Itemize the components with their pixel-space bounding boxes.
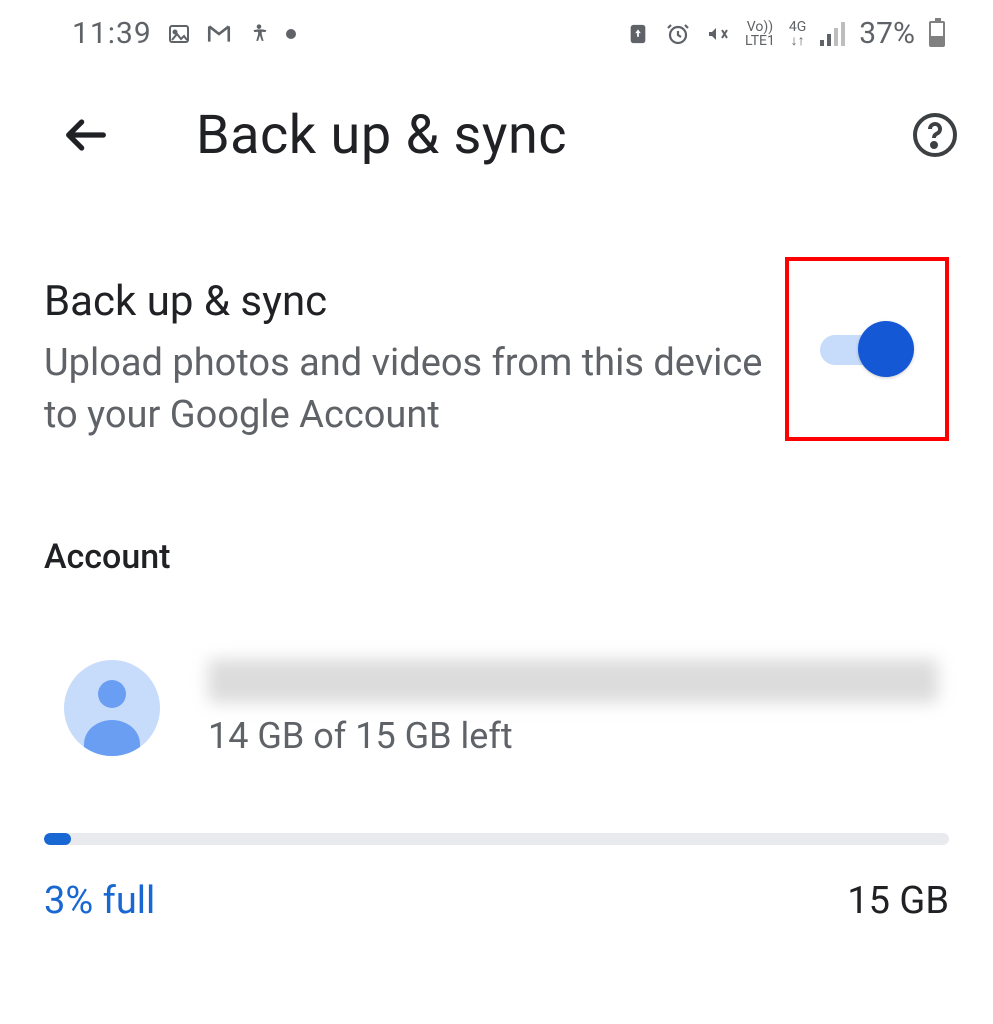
- storage-progress-fill: [44, 833, 71, 845]
- storage-progress-bar: [44, 833, 949, 845]
- app-bar: Back up & sync: [0, 59, 993, 187]
- account-row[interactable]: 14 GB of 15 GB left: [64, 659, 949, 757]
- storage-total: 15 GB: [847, 879, 949, 923]
- status-bar: 11:39 Vo)) LTE1 4G ↓↑: [0, 0, 993, 59]
- backup-sync-toggle[interactable]: [820, 321, 914, 377]
- account-email-redacted: [208, 659, 938, 703]
- account-section-label: Account: [44, 537, 949, 577]
- backup-sync-title: Back up & sync: [44, 277, 765, 326]
- help-icon: [911, 111, 959, 159]
- alarm-icon: [665, 21, 691, 47]
- image-icon: [166, 21, 192, 47]
- account-info: 14 GB of 15 GB left: [208, 659, 938, 757]
- arrow-left-icon: [60, 109, 112, 161]
- storage-summary-row: 3% full 15 GB: [44, 879, 949, 923]
- volte-indicator: Vo)) LTE1: [745, 20, 775, 48]
- backup-sync-setting[interactable]: Back up & sync Upload photos and videos …: [44, 277, 949, 441]
- battery-icon: [929, 21, 945, 47]
- backup-sync-description: Upload photos and videos from this devic…: [44, 338, 765, 441]
- status-time: 11:39: [72, 16, 152, 51]
- highlight-box: [785, 257, 949, 441]
- app-update-icon: [625, 21, 651, 47]
- battery-percent: 37%: [859, 16, 915, 51]
- gmail-icon: [206, 21, 232, 47]
- account-storage-text: 14 GB of 15 GB left: [208, 715, 938, 757]
- network-indicator: 4G ↓↑: [789, 20, 806, 48]
- help-button[interactable]: [907, 107, 963, 163]
- vibrate-mute-icon: [705, 21, 731, 47]
- storage-percent-full: 3% full: [44, 879, 155, 923]
- back-button[interactable]: [54, 103, 118, 167]
- avatar: [64, 660, 160, 756]
- page-title: Back up & sync: [196, 104, 829, 167]
- status-bar-left: 11:39: [72, 16, 296, 51]
- more-notifications-dot: [286, 29, 296, 39]
- signal-bars-icon: [820, 22, 845, 46]
- backup-sync-text: Back up & sync Upload photos and videos …: [44, 277, 785, 441]
- accessibility-icon: [246, 21, 272, 47]
- status-bar-right: Vo)) LTE1 4G ↓↑ 37%: [625, 16, 945, 51]
